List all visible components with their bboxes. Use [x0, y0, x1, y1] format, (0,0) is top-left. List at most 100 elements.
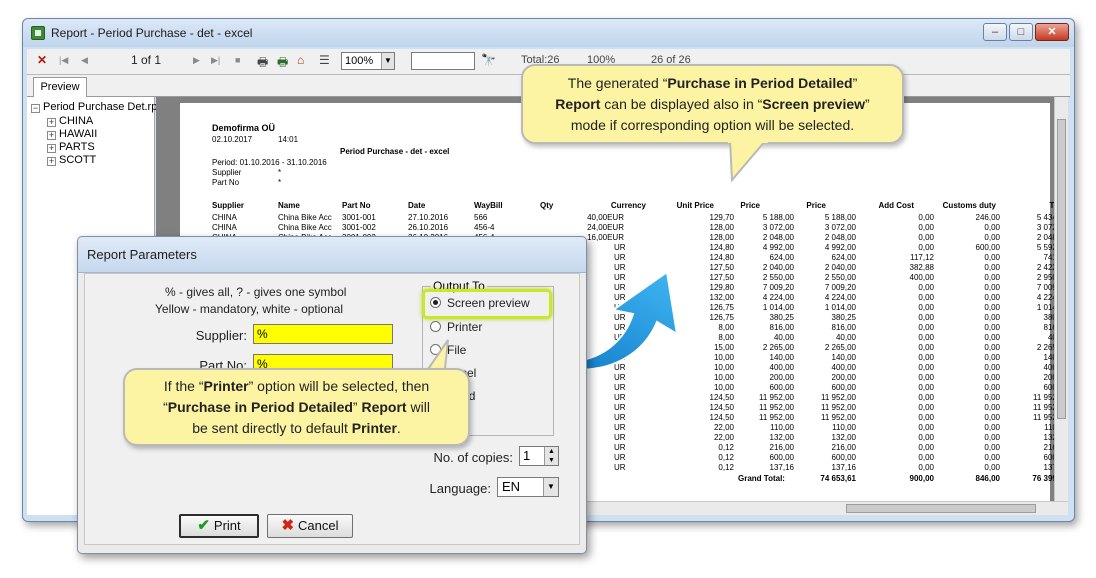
report-cell: 816,00 [1043, 323, 1054, 332]
language-select[interactable]: EN ▼ [497, 477, 559, 497]
report-cell: 216,00 [831, 443, 856, 452]
report-cell: 200,00 [769, 373, 794, 382]
report-cell: 600,00 [831, 453, 856, 462]
callout-text: Printer [203, 378, 249, 394]
tree-item[interactable]: + PARTS [47, 141, 95, 153]
column-header: WayBill [474, 201, 503, 210]
copies-stepper[interactable]: 1 ▲ ▼ [519, 446, 559, 466]
report-cell: 117,12 [910, 253, 934, 262]
report-cell: UR [614, 393, 626, 402]
zoom-select[interactable]: 100% ▼ [341, 52, 395, 70]
first-page-icon[interactable]: |◀ [59, 55, 68, 66]
report-cell: 0,00 [918, 243, 934, 252]
maximize-button[interactable]: □ [1009, 23, 1033, 41]
scroll-thumb[interactable] [846, 504, 1036, 513]
report-cell: 0,00 [918, 353, 934, 362]
report-cell: China Bike Acc [278, 223, 332, 232]
expand-icon[interactable]: + [47, 131, 56, 140]
title-bar: Report - Period Purchase - det - excel –… [23, 19, 1074, 47]
spin-up-icon[interactable]: ▲ [548, 448, 555, 455]
column-header: Name [278, 201, 300, 210]
spin-buttons[interactable]: ▲ ▼ [544, 447, 558, 465]
report-time: 14:01 [278, 135, 299, 144]
vertical-scrollbar[interactable] [1054, 97, 1068, 501]
tree-item[interactable]: + HAWAII [47, 128, 97, 140]
print-icon[interactable]: 🖶 [257, 53, 268, 74]
report-cell: 0,00 [918, 393, 934, 402]
tree-root[interactable]: − Period Purchase Det.rpt [31, 101, 160, 113]
radio-screen-preview[interactable]: Screen preview [430, 296, 530, 310]
report-cell: UR [614, 443, 626, 452]
print-setup-icon[interactable]: 🖶 [277, 53, 288, 74]
print-button-label: Print [213, 518, 241, 533]
report-cell: 2 422,88 [1036, 263, 1054, 272]
report-cell: 11 952,00 [759, 393, 794, 402]
close-preview-icon[interactable]: ✕ [37, 53, 47, 67]
report-cell: 137,16 [1043, 463, 1054, 472]
report-cell: 400,00 [831, 363, 856, 372]
prev-page-icon[interactable]: ◀ [81, 55, 88, 66]
report-cell: 11 952,00 [1033, 403, 1054, 412]
search-text-input[interactable] [411, 52, 475, 70]
callout-text: Report [361, 399, 407, 415]
tab-preview[interactable]: Preview [33, 77, 87, 97]
report-cell: 140,00 [769, 353, 794, 362]
report-cell: 0,00 [984, 263, 1000, 272]
report-cell: 0,00 [918, 233, 934, 242]
expand-icon[interactable]: + [47, 144, 56, 153]
collapse-icon[interactable]: − [31, 104, 40, 113]
scroll-thumb[interactable] [1057, 119, 1066, 419]
radio-printer[interactable]: Printer [430, 320, 482, 334]
report-cell: 124,50 [709, 393, 734, 402]
report-cell: CHINA [212, 213, 237, 222]
minimize-button[interactable]: – [983, 23, 1007, 41]
report-cell: 0,00 [918, 363, 934, 372]
report-cell: 0,12 [718, 463, 734, 472]
report-cell: 2 950,00 [1036, 273, 1054, 282]
report-cell: 140,00 [831, 353, 856, 362]
report-cell: 0,00 [984, 283, 1000, 292]
report-cell: 624,00 [831, 253, 856, 262]
report-cell: 0,00 [984, 323, 1000, 332]
export-icon[interactable]: ⌂ [297, 53, 304, 67]
callout-text: Purchase in Period Detailed [667, 75, 853, 91]
tree-item[interactable]: + CHINA [47, 115, 93, 127]
report-cell: 0,00 [984, 253, 1000, 262]
next-page-icon[interactable]: ▶ [193, 55, 200, 66]
report-cell: 0,00 [984, 453, 1000, 462]
callout-text: will [406, 399, 430, 415]
supplier-input[interactable]: % [253, 324, 393, 344]
report-cell: 132,00 [831, 433, 856, 442]
report-cell: 0,00 [984, 313, 1000, 322]
chevron-down-icon: ▼ [381, 53, 394, 69]
expand-icon[interactable]: + [47, 157, 56, 166]
last-page-icon[interactable]: ▶| [211, 55, 220, 66]
binoculars-search-icon[interactable]: 🔭 [481, 53, 496, 67]
report-cell: 27.10.2016 [408, 213, 449, 222]
tree-item[interactable]: + SCOTT [47, 154, 96, 166]
report-cell: 2 048,00 [762, 233, 794, 242]
cancel-button[interactable]: ✖ Cancel [267, 514, 353, 538]
report-cell: 11 952,00 [821, 413, 856, 422]
report-cell: UR [614, 423, 626, 432]
report-cell: 22,00 [713, 423, 734, 432]
grand-total-value: 76 399,61 [1032, 474, 1054, 483]
report-cell: 0,00 [984, 443, 1000, 452]
report-cell: 0,00 [984, 333, 1000, 342]
report-cell: 0,00 [984, 353, 1000, 362]
report-cell: 380,25 [1043, 313, 1054, 322]
group-tree-icon[interactable]: ☰ [319, 53, 330, 67]
expand-icon[interactable]: + [47, 118, 56, 127]
close-window-button[interactable]: ✕ [1035, 23, 1069, 41]
stop-icon[interactable]: ■ [235, 55, 240, 65]
report-cell: 0,00 [918, 293, 934, 302]
report-cell: 0,00 [984, 393, 1000, 402]
report-cell: 7 009,20 [824, 283, 856, 292]
grand-total-value: 846,00 [975, 474, 1000, 483]
report-cell: 0,00 [984, 363, 1000, 372]
spin-down-icon[interactable]: ▼ [548, 457, 555, 464]
column-header: Supplier [212, 201, 245, 210]
print-button[interactable]: ✔ Print [179, 514, 259, 538]
tree-item-label: PARTS [59, 141, 95, 153]
callout-text: Purchase in Period Detailed [167, 399, 353, 415]
